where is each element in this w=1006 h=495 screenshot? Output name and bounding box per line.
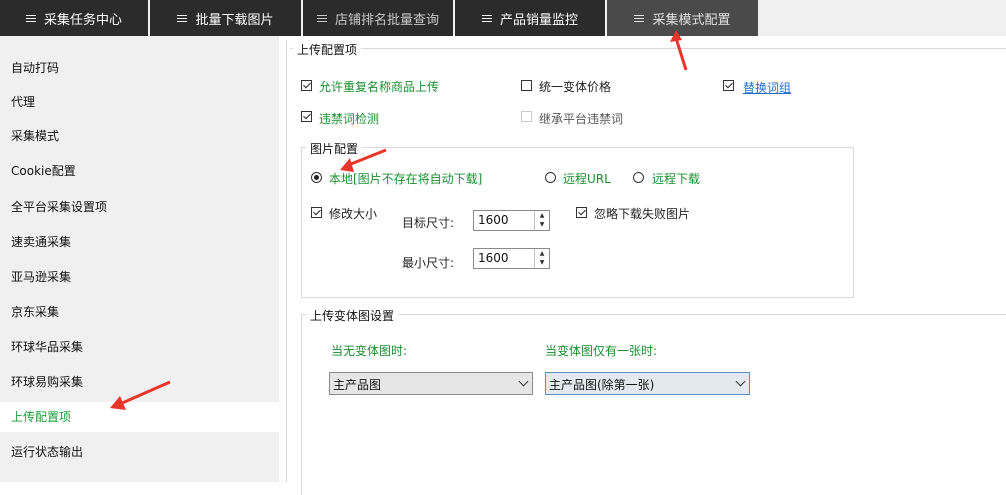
tab-label: 店铺排名批量查询	[334, 12, 439, 28]
sidebar-item-jd[interactable]: 京东采集	[0, 297, 279, 327]
tab-label: 批量下载图片	[195, 12, 274, 28]
min-size-value: 1600	[478, 251, 509, 265]
unify-variant-price-checkbox[interactable]	[521, 80, 532, 91]
tab-shop-ranking[interactable]: 店铺排名批量查询	[303, 0, 453, 36]
one-variant-value: 主产品图(除第一张)	[549, 378, 655, 392]
remote-url-radio[interactable]	[545, 172, 556, 183]
min-size-stepper[interactable]: 1600 ▲ ▼	[473, 248, 550, 269]
resize-checkbox[interactable]	[311, 207, 322, 218]
sidebar-item-all-platform[interactable]: 全平台采集设置项	[0, 192, 279, 222]
one-variant-select[interactable]: 主产品图(除第一张)	[545, 372, 750, 395]
remote-download-label[interactable]: 远程下载	[652, 170, 700, 187]
red-arrow-icon	[670, 30, 688, 71]
unify-variant-price-label[interactable]: 统一变体价格	[539, 78, 611, 95]
target-size-label: 目标尺寸:	[402, 216, 455, 230]
forbidden-check-checkbox[interactable]	[301, 111, 312, 122]
sidebar-item-aliexpress[interactable]: 速卖通采集	[0, 227, 279, 257]
allow-duplicate-checkbox[interactable]	[301, 80, 312, 91]
red-arrow-icon	[110, 380, 171, 410]
sidebar: 自动打码 代理 采集模式 Cookie配置 全平台采集设置项 速卖通采集 亚马逊…	[0, 36, 279, 482]
sidebar-item-collect-mode[interactable]: 采集模式	[0, 121, 279, 151]
tab-batch-download[interactable]: 批量下载图片	[150, 0, 301, 36]
tab-sales-monitor[interactable]: 产品销量监控	[455, 0, 605, 36]
red-arrow-icon	[340, 148, 387, 172]
stepper-up-icon[interactable]: ▲	[535, 249, 549, 258]
min-size-label: 最小尺寸:	[402, 256, 455, 270]
inherit-forbidden-label[interactable]: 继承平台违禁词	[539, 110, 623, 127]
tab-label: 采集模式配置	[652, 12, 731, 28]
sidebar-item-proxy[interactable]: 代理	[0, 87, 279, 117]
menu-icon	[634, 13, 645, 24]
allow-duplicate-label[interactable]: 允许重复名称商品上传	[319, 78, 439, 95]
stepper-down-icon[interactable]: ▼	[535, 258, 549, 267]
target-size-value: 1600	[478, 213, 509, 227]
sidebar-item-cookie[interactable]: Cookie配置	[0, 156, 279, 186]
no-variant-label: 当无变体图时:	[331, 344, 408, 358]
sidebar-item-amazon[interactable]: 亚马逊采集	[0, 262, 279, 292]
group-title-variant: 上传变体图设置	[306, 307, 399, 324]
group-title-upload: 上传配置项	[293, 41, 362, 58]
ignore-failed-label[interactable]: 忽略下载失败图片	[594, 205, 690, 222]
stepper-up-icon[interactable]: ▲	[535, 211, 549, 220]
tab-task-center[interactable]: 采集任务中心	[0, 0, 148, 36]
replace-words-checkbox[interactable]	[723, 80, 734, 91]
target-size-stepper[interactable]: 1600 ▲ ▼	[473, 210, 550, 231]
menu-icon	[481, 13, 492, 24]
menu-icon	[177, 13, 188, 24]
tab-label: 产品销量监控	[499, 12, 578, 28]
sidebar-item-chinabrands[interactable]: 环球华品采集	[0, 332, 279, 362]
chevron-down-icon	[518, 376, 529, 387]
group-line-upload	[290, 48, 1006, 49]
one-variant-label: 当变体图仅有一张时:	[545, 344, 658, 358]
menu-icon	[316, 13, 327, 24]
remote-download-radio[interactable]	[633, 172, 644, 183]
no-variant-value: 主产品图	[333, 378, 382, 392]
tab-bar: 采集任务中心 批量下载图片 店铺排名批量查询 产品销量监控 采集模式配置	[0, 0, 1006, 36]
local-radio[interactable]	[311, 172, 322, 183]
tab-label: 采集任务中心	[43, 12, 122, 28]
replace-words-link[interactable]: 替换词组	[743, 79, 791, 96]
inherit-forbidden-checkbox[interactable]	[521, 111, 532, 122]
menu-icon	[25, 13, 36, 24]
sidebar-item-auto-captcha[interactable]: 自动打码	[0, 53, 279, 83]
ignore-failed-checkbox[interactable]	[576, 207, 587, 218]
no-variant-select[interactable]: 主产品图	[329, 372, 533, 395]
remote-url-label[interactable]: 远程URL	[563, 170, 611, 187]
stepper-down-icon[interactable]: ▼	[535, 220, 549, 229]
chevron-down-icon	[735, 376, 746, 387]
resize-label[interactable]: 修改大小	[329, 205, 377, 222]
sidebar-item-run-status[interactable]: 运行状态输出	[0, 437, 279, 467]
content-divider	[286, 40, 287, 482]
forbidden-check-label[interactable]: 违禁词检测	[319, 110, 379, 127]
